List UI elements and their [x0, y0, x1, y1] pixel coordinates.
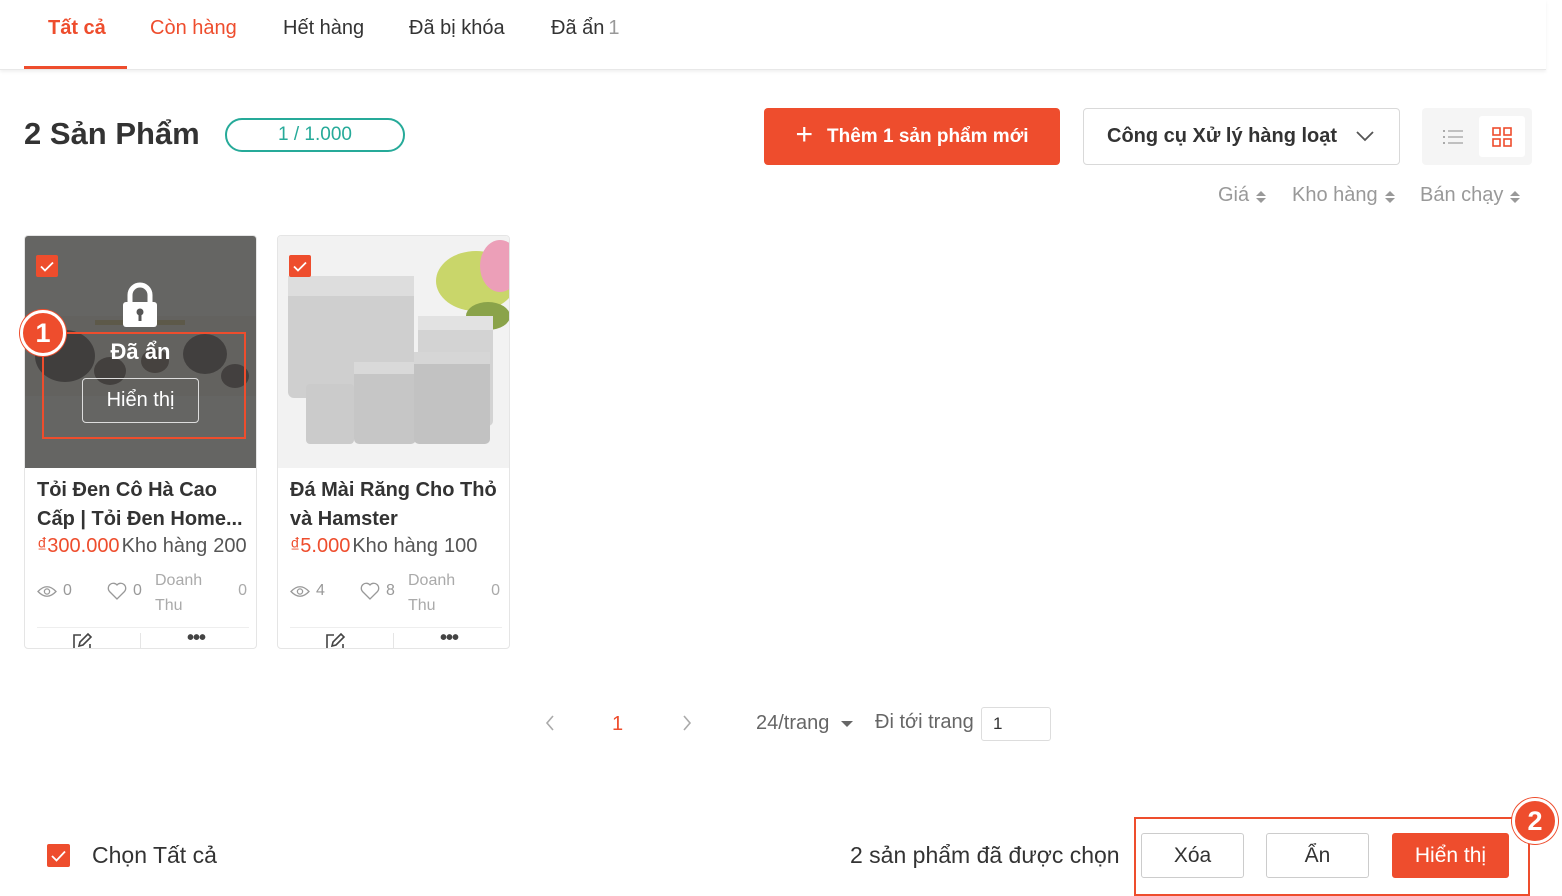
- eye-icon: [290, 585, 310, 597]
- product-image: [278, 236, 509, 468]
- product-name[interactable]: Đá Mài Răng Cho Thỏ và Hamster: [290, 476, 502, 534]
- edit-icon[interactable]: [324, 632, 346, 649]
- checkmark-icon: [51, 850, 66, 862]
- views-count: 0: [63, 582, 72, 599]
- annotation-box-2: [1134, 817, 1530, 896]
- tab-hidden[interactable]: Đã ẩn 1: [551, 17, 620, 40]
- sort-by-stock[interactable]: Kho hàng: [1292, 184, 1395, 207]
- sort-caret-icon: [1510, 191, 1521, 203]
- annotation-marker-1: 1: [20, 310, 66, 356]
- action-divider: [140, 633, 141, 648]
- views-stat: 0: [37, 582, 72, 600]
- sort-caret-icon: [1256, 191, 1267, 203]
- sort-stock-label: Kho hàng: [1292, 184, 1378, 206]
- goto-page-input[interactable]: [981, 707, 1051, 741]
- revenue-label: Doanh Thu: [408, 572, 456, 614]
- sort-price-label: Giá: [1218, 184, 1250, 206]
- likes-count: 0: [133, 582, 142, 599]
- tab-all-label: Tất cả: [48, 17, 106, 39]
- sort-caret-icon: [1384, 191, 1395, 203]
- selected-count-text: 2 sản phẩm đã được chọn: [850, 842, 1120, 868]
- product-stats: 0 0 Doanh Thu 0: [37, 568, 249, 628]
- goto-page-label: Đi tới trang: [875, 711, 974, 733]
- page-title: 2 Sản Phẩm: [24, 116, 200, 151]
- product-price: ₫300.000: [37, 535, 120, 557]
- product-quota-badge: 1 / 1.000: [225, 118, 405, 152]
- product-name[interactable]: Tỏi Đen Cô Hà Cao Cấp | Tỏi Đen Home...: [37, 476, 249, 534]
- revenue-label: Doanh Thu: [155, 572, 203, 614]
- annotation-box-1: [42, 332, 246, 439]
- grid-view-button[interactable]: [1479, 116, 1525, 157]
- next-page-icon[interactable]: [682, 715, 692, 731]
- tab-hidden-label: Đã ẩn: [551, 17, 605, 39]
- sort-by-price[interactable]: Giá: [1218, 184, 1267, 207]
- product-card[interactable]: Đã ẩn Hiển thị Tỏi Đen Cô Hà Cao Cấp | T…: [24, 235, 257, 649]
- per-page-value: 24/trang: [756, 712, 830, 734]
- active-tab-indicator: [24, 66, 127, 69]
- product-actions: •••: [278, 628, 509, 649]
- tab-locked[interactable]: Đã bị khóa: [409, 17, 505, 40]
- product-stock-value: 200: [213, 535, 247, 557]
- grid-icon: [1492, 126, 1512, 147]
- add-product-label: Thêm 1 sản phẩm mới: [827, 125, 1029, 147]
- action-divider: [393, 633, 394, 648]
- product-card[interactable]: Đá Mài Răng Cho Thỏ và Hamster ₫5.000 Kh…: [277, 235, 510, 649]
- more-options-icon[interactable]: •••: [187, 628, 206, 648]
- product-stock-label: Kho hàng: [121, 535, 208, 557]
- tab-hidden-count: 1: [608, 17, 620, 39]
- product-price-stock: ₫5.000 Kho hàng 100: [290, 535, 504, 558]
- product-checkbox[interactable]: [36, 255, 58, 277]
- bulk-tools-dropdown[interactable]: Công cụ Xử lý hàng loạt: [1083, 108, 1400, 165]
- add-product-button[interactable]: + Thêm 1 sản phẩm mới: [764, 108, 1060, 165]
- plus-icon: +: [795, 118, 814, 151]
- more-options-icon[interactable]: •••: [440, 628, 459, 648]
- tab-out-of-stock-label: Hết hàng: [283, 17, 365, 39]
- checkmark-icon: [40, 261, 54, 272]
- revenue-value: 0: [491, 582, 500, 599]
- tab-all[interactable]: Tất cả: [48, 17, 106, 40]
- bulk-tools-label: Công cụ Xử lý hàng loạt: [1107, 125, 1338, 147]
- status-tabs: Tất cả Còn hàng Hết hàng Đã bị khóa Đã ẩ…: [0, 0, 1546, 70]
- views-stat: 4: [290, 582, 325, 600]
- checkmark-icon: [293, 261, 307, 272]
- annotation-marker-2: 2: [1512, 798, 1558, 844]
- views-count: 4: [316, 582, 325, 599]
- tab-out-of-stock[interactable]: Hết hàng: [283, 17, 364, 40]
- list-view-button[interactable]: [1430, 116, 1475, 157]
- heart-icon: [107, 582, 127, 600]
- select-all-label: Chọn Tất cả: [92, 842, 217, 868]
- product-stock-label: Kho hàng: [352, 535, 438, 557]
- list-icon: [1442, 129, 1463, 144]
- product-price: ₫5.000: [290, 535, 351, 557]
- likes-stat: 8: [360, 582, 395, 600]
- revenue-value: 0: [238, 582, 247, 599]
- tab-in-stock[interactable]: Còn hàng: [150, 17, 237, 40]
- eye-icon: [37, 585, 57, 597]
- lock-icon: [123, 282, 157, 327]
- select-all-checkbox[interactable]: [47, 844, 70, 867]
- product-stock-value: 100: [443, 535, 478, 557]
- product-checkbox[interactable]: [289, 255, 311, 277]
- page-number-current[interactable]: 1: [612, 713, 623, 736]
- edit-icon[interactable]: [71, 632, 93, 649]
- heart-icon: [360, 582, 380, 600]
- view-toggle: [1422, 108, 1532, 165]
- product-price-stock: ₫300.000 Kho hàng 200: [37, 535, 251, 558]
- likes-stat: 0: [107, 582, 142, 600]
- per-page-select[interactable]: 24/trang: [756, 712, 854, 735]
- tab-in-stock-label: Còn hàng: [150, 17, 237, 39]
- sort-best-selling-label: Bán chạy: [1420, 184, 1504, 206]
- tab-locked-label: Đã bị khóa: [409, 17, 505, 39]
- sort-by-best-selling[interactable]: Bán chạy: [1420, 184, 1521, 207]
- caret-down-icon: [841, 720, 854, 727]
- chevron-down-icon: [1356, 131, 1374, 142]
- likes-count: 8: [386, 582, 395, 599]
- product-stats: 4 8 Doanh Thu 0: [290, 568, 502, 628]
- prev-page-icon[interactable]: [545, 715, 555, 731]
- product-actions: •••: [25, 628, 256, 649]
